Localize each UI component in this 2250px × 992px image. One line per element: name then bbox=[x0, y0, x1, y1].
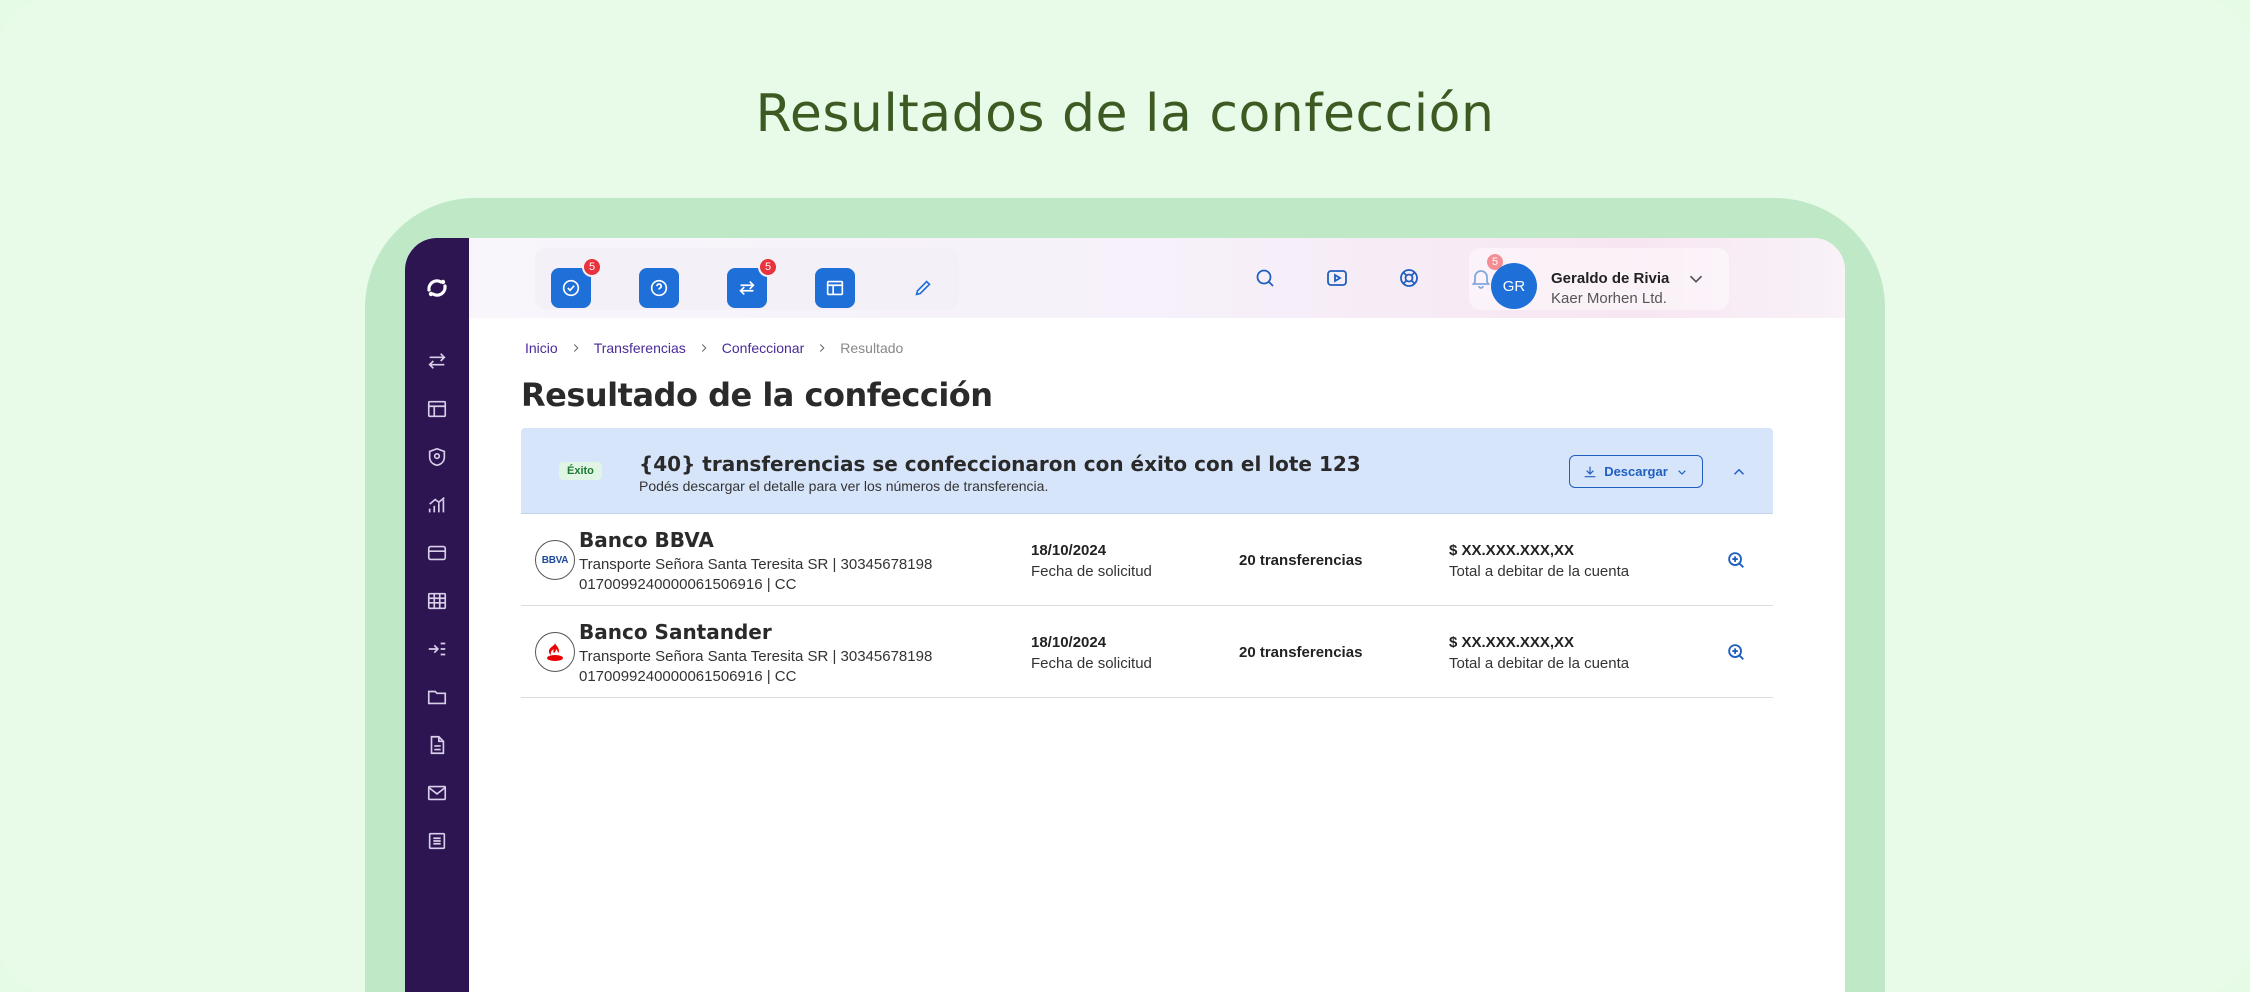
banner-subtitle: Podés descargar el detalle para ver los … bbox=[639, 478, 1049, 494]
bbva-logo: BBVA bbox=[535, 540, 575, 580]
indent-list-icon[interactable] bbox=[424, 636, 450, 662]
chevron-right-icon bbox=[692, 340, 716, 356]
layout-button[interactable] bbox=[815, 268, 855, 308]
breadcrumb-resultado: Resultado bbox=[840, 340, 904, 356]
help-button[interactable] bbox=[639, 268, 679, 308]
transfers-badge: 5 bbox=[758, 257, 778, 277]
breadcrumb-confeccionar[interactable]: Confeccionar bbox=[722, 340, 805, 356]
view-detail-button[interactable] bbox=[1723, 639, 1749, 665]
video-play-icon bbox=[1327, 270, 1347, 286]
request-date: 18/10/2024 Fecha de solicitud bbox=[1031, 542, 1152, 580]
transfer-count: 20 transferencias bbox=[1239, 552, 1363, 569]
layout-icon[interactable] bbox=[424, 396, 450, 422]
check-circle-icon bbox=[562, 279, 580, 297]
banner-title: {40} transferencias se confeccionaron co… bbox=[639, 452, 1361, 476]
video-button[interactable] bbox=[1321, 262, 1353, 294]
card-icon[interactable] bbox=[424, 540, 450, 566]
search-button[interactable] bbox=[1249, 262, 1281, 294]
amount-value: $ XX.XXX.XXX,XX bbox=[1449, 542, 1575, 559]
date-label: Fecha de solicitud bbox=[1031, 655, 1152, 672]
transfers-icon[interactable] bbox=[424, 348, 450, 374]
chart-up-icon[interactable] bbox=[424, 492, 450, 518]
chevron-right-icon bbox=[810, 340, 834, 356]
tasks-badge: 5 bbox=[582, 257, 602, 277]
transfer-count: 20 transferencias bbox=[1239, 644, 1363, 661]
chevron-right-icon bbox=[564, 340, 588, 356]
result-banner: Éxito {40} transferencias se confecciona… bbox=[521, 428, 1773, 514]
collapse-button[interactable] bbox=[1727, 460, 1751, 484]
request-date: 18/10/2024 Fecha de solicitud bbox=[1031, 634, 1152, 672]
showcase-background: Resultados de la confección 5 5 5 GR Ger… bbox=[0, 0, 2250, 992]
chevron-down-icon bbox=[1678, 469, 1686, 475]
lifebuoy-icon bbox=[1400, 269, 1418, 287]
table-row: BBVA Banco BBVA Transporte Señora Santa … bbox=[521, 514, 1773, 606]
account-number: 0170099240000061506916 | CC bbox=[579, 668, 797, 685]
date-value: 18/10/2024 bbox=[1031, 542, 1107, 559]
pencil-icon bbox=[915, 280, 931, 296]
table-row: Banco Santander Transporte Señora Santa … bbox=[521, 606, 1773, 698]
download-icon bbox=[1584, 466, 1596, 477]
transfer-arrows-icon bbox=[739, 280, 755, 296]
bbva-logo-text: BBVA bbox=[541, 554, 569, 566]
debit-total: $ XX.XXX.XXX,XX Total a debitar de la cu… bbox=[1449, 542, 1629, 580]
avatar: GR bbox=[1491, 263, 1537, 309]
list-icon[interactable] bbox=[424, 828, 450, 854]
table-icon[interactable] bbox=[424, 588, 450, 614]
breadcrumb-transferencias[interactable]: Transferencias bbox=[594, 340, 686, 356]
amount-label: Total a debitar de la cuenta bbox=[1449, 563, 1630, 580]
chevron-down-icon bbox=[1689, 275, 1703, 283]
debit-total: $ XX.XXX.XXX,XX Total a debitar de la cu… bbox=[1449, 634, 1629, 672]
chevron-up-icon bbox=[1733, 468, 1745, 475]
download-label: Descargar bbox=[1604, 464, 1668, 479]
top-bar: 5 5 5 GR Geraldo de Rivia Kaer Morhen Lt… bbox=[469, 238, 1845, 318]
hero-title: Resultados de la confección bbox=[755, 84, 1495, 144]
account-number: 0170099240000061506916 | CC bbox=[579, 576, 797, 593]
app-logo-icon[interactable] bbox=[421, 272, 453, 304]
zoom-in-icon bbox=[1728, 644, 1744, 660]
date-label: Fecha de solicitud bbox=[1031, 563, 1152, 580]
layout-icon bbox=[826, 280, 844, 296]
breadcrumb: Inicio Transferencias Confeccionar Resul… bbox=[525, 340, 903, 356]
quick-actions: 5 5 bbox=[535, 248, 959, 310]
question-icon bbox=[650, 279, 668, 297]
mail-icon[interactable] bbox=[424, 780, 450, 806]
document-icon[interactable] bbox=[424, 732, 450, 758]
user-name: Geraldo de Rivia bbox=[1551, 270, 1670, 287]
bank-name: Banco Santander bbox=[579, 620, 772, 644]
status-badge: Éxito bbox=[559, 462, 602, 480]
date-value: 18/10/2024 bbox=[1031, 634, 1107, 651]
folder-icon[interactable] bbox=[424, 684, 450, 710]
user-menu-toggle[interactable] bbox=[1685, 268, 1709, 292]
bank-name: Banco BBVA bbox=[579, 528, 714, 552]
view-detail-button[interactable] bbox=[1723, 547, 1749, 573]
user-company: Kaer Morhen Ltd. bbox=[1551, 290, 1667, 307]
download-button[interactable]: Descargar bbox=[1569, 455, 1703, 488]
sidebar bbox=[405, 238, 469, 992]
edit-button[interactable] bbox=[903, 268, 943, 308]
amount-value: $ XX.XXX.XXX,XX bbox=[1449, 634, 1575, 651]
flame-icon bbox=[547, 643, 563, 661]
support-button[interactable] bbox=[1393, 262, 1425, 294]
account-holder: Transporte Señora Santa Teresita SR | 30… bbox=[579, 648, 933, 665]
app-screen: 5 5 5 GR Geraldo de Rivia Kaer Morhen Lt… bbox=[405, 238, 1845, 992]
transfers-button[interactable]: 5 bbox=[727, 257, 778, 308]
zoom-in-icon bbox=[1728, 552, 1744, 568]
page-title: Resultado de la confección bbox=[521, 376, 993, 414]
shield-icon[interactable] bbox=[424, 444, 450, 470]
tasks-button[interactable]: 5 bbox=[551, 257, 602, 308]
account-holder: Transporte Señora Santa Teresita SR | 30… bbox=[579, 556, 933, 573]
search-icon bbox=[1256, 269, 1274, 287]
amount-label: Total a debitar de la cuenta bbox=[1449, 655, 1630, 672]
santander-logo bbox=[535, 632, 575, 672]
breadcrumb-inicio[interactable]: Inicio bbox=[525, 340, 558, 356]
